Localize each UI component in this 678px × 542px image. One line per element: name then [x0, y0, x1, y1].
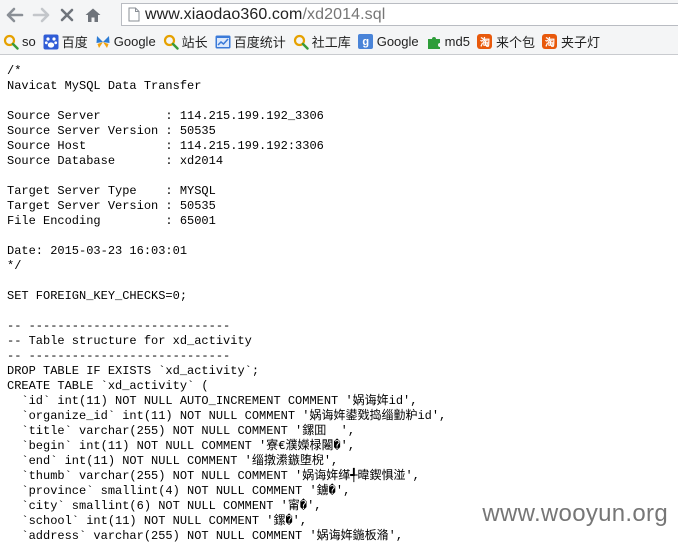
baidu-paw-icon [43, 34, 59, 50]
sql-line: `organize_id` int(11) NOT NULL COMMENT '… [7, 409, 447, 423]
sql-line: -- Table structure for xd_activity [7, 334, 252, 348]
address-bar[interactable]: www.xiaodao360.com/xd2014.sql [121, 3, 678, 26]
bookmark-label: 夹子灯 [560, 35, 600, 50]
browser-window: www.xiaodao360.com/xd2014.sql so 百度 Goog… [0, 0, 678, 542]
sql-line: `province` smallint(4) NOT NULL COMMENT … [7, 484, 351, 498]
bookmark-google-2[interactable]: g Google [355, 31, 423, 53]
bookmark-so[interactable]: so [0, 31, 40, 53]
chart-window-icon [215, 34, 231, 50]
puzzle-icon [426, 34, 442, 50]
sql-line: Navicat MySQL Data Transfer [7, 79, 202, 93]
taobao-icon: 淘 [477, 34, 493, 50]
google-g-icon: g [358, 34, 374, 50]
sql-line [7, 274, 678, 289]
sql-line: `id` int(11) NOT NULL AUTO_INCREMENT COM… [7, 394, 418, 408]
bookmark-baidu[interactable]: 百度 [40, 31, 92, 53]
sql-line: `end` int(11) NOT NULL COMMENT '缁撴潫鏃堕棿', [7, 454, 339, 468]
bookmark-label: 社工库 [311, 35, 351, 50]
search-magnifier-icon [293, 34, 309, 50]
sql-line: -- ---------------------------- [7, 349, 231, 363]
home-button[interactable] [82, 4, 104, 26]
forward-button[interactable] [30, 4, 52, 26]
forward-arrow-icon [32, 7, 50, 22]
sql-line [7, 304, 678, 319]
sql-line [7, 169, 678, 184]
sql-line: Target Server Type : MYSQL [7, 184, 216, 198]
sql-line: CREATE TABLE `xd_activity` ( [7, 379, 209, 393]
bookmark-zhanzhang[interactable]: 站长 [160, 31, 212, 53]
bookmark-md5[interactable]: md5 [423, 31, 474, 53]
sql-line: -- ---------------------------- [7, 319, 231, 333]
bookmark-label: so [22, 34, 36, 49]
stop-button[interactable] [56, 4, 78, 26]
page-icon [128, 7, 140, 22]
url-path: /xd2014.sql [302, 5, 386, 23]
back-arrow-icon [6, 7, 24, 22]
bookmark-baidu-tongji[interactable]: 百度统计 [212, 31, 290, 53]
navigation-toolbar: www.xiaodao360.com/xd2014.sql [0, 0, 678, 29]
bookmark-label: 站长 [181, 35, 208, 50]
bookmark-label: 来个包 [495, 35, 535, 50]
url-text: www.xiaodao360.com/xd2014.sql [145, 6, 385, 24]
sql-line: /* [7, 64, 22, 78]
butterfly-icon [95, 34, 111, 50]
sql-line: Date: 2015-03-23 16:03:01 [7, 244, 188, 258]
sql-line: Target Server Version : 50535 [7, 199, 216, 213]
taobao-icon: 淘 [542, 34, 558, 50]
url-host: www.xiaodao360.com [145, 5, 303, 23]
sql-line [7, 229, 678, 244]
sql-line: DROP TABLE IF EXISTS `xd_activity`; [7, 364, 260, 378]
bookmark-label: 百度统计 [233, 35, 286, 50]
sql-line: `address` varchar(255) NOT NULL COMMENT … [7, 529, 404, 542]
search-magnifier-icon [3, 34, 19, 50]
sql-line [7, 94, 678, 109]
sql-line: `thumb` varchar(255) NOT NULL COMMENT '娲… [7, 469, 420, 483]
back-button[interactable] [4, 4, 26, 26]
home-icon [85, 8, 101, 22]
sql-line: SET FOREIGN_KEY_CHECKS=0; [7, 289, 188, 303]
bookmark-laigebao[interactable]: 淘 来个包 [474, 31, 539, 53]
sql-line: Source Server : 114.215.199.192_3306 [7, 109, 324, 123]
bookmark-label: Google [376, 34, 419, 49]
bookmarks-bar: so 百度 Google 站长 百度统计 社工库 g Google md5 淘 … [0, 29, 678, 55]
watermark-text: www.wooyun.org [482, 500, 668, 527]
bookmark-google-1[interactable]: Google [92, 31, 160, 53]
page-content: /* Navicat MySQL Data Transfer Source Serv… [0, 55, 678, 542]
sql-line: Source Host : 114.215.199.192:3306 [7, 139, 324, 153]
bookmark-label: md5 [444, 34, 470, 49]
sql-line: `begin` int(11) NOT NULL COMMENT '寮€濮嬫椂闂… [7, 439, 356, 453]
sql-line: `title` varchar(255) NOT NULL COMMENT '鏍… [7, 424, 356, 438]
bookmark-jiazideng[interactable]: 淘 夹子灯 [539, 31, 604, 53]
search-magnifier-icon [163, 34, 179, 50]
bookmark-label: 百度 [61, 35, 88, 50]
stop-icon [60, 8, 74, 21]
bookmark-shegongku[interactable]: 社工库 [290, 31, 355, 53]
sql-dump-text: /* Navicat MySQL Data Transfer Source Serv… [0, 55, 678, 542]
sql-line: Source Server Version : 50535 [7, 124, 216, 138]
sql-line: */ [7, 259, 22, 273]
sql-line: Source Database : xd2014 [7, 154, 224, 168]
sql-line: File Encoding : 65001 [7, 214, 216, 228]
bookmark-label: Google [113, 34, 156, 49]
